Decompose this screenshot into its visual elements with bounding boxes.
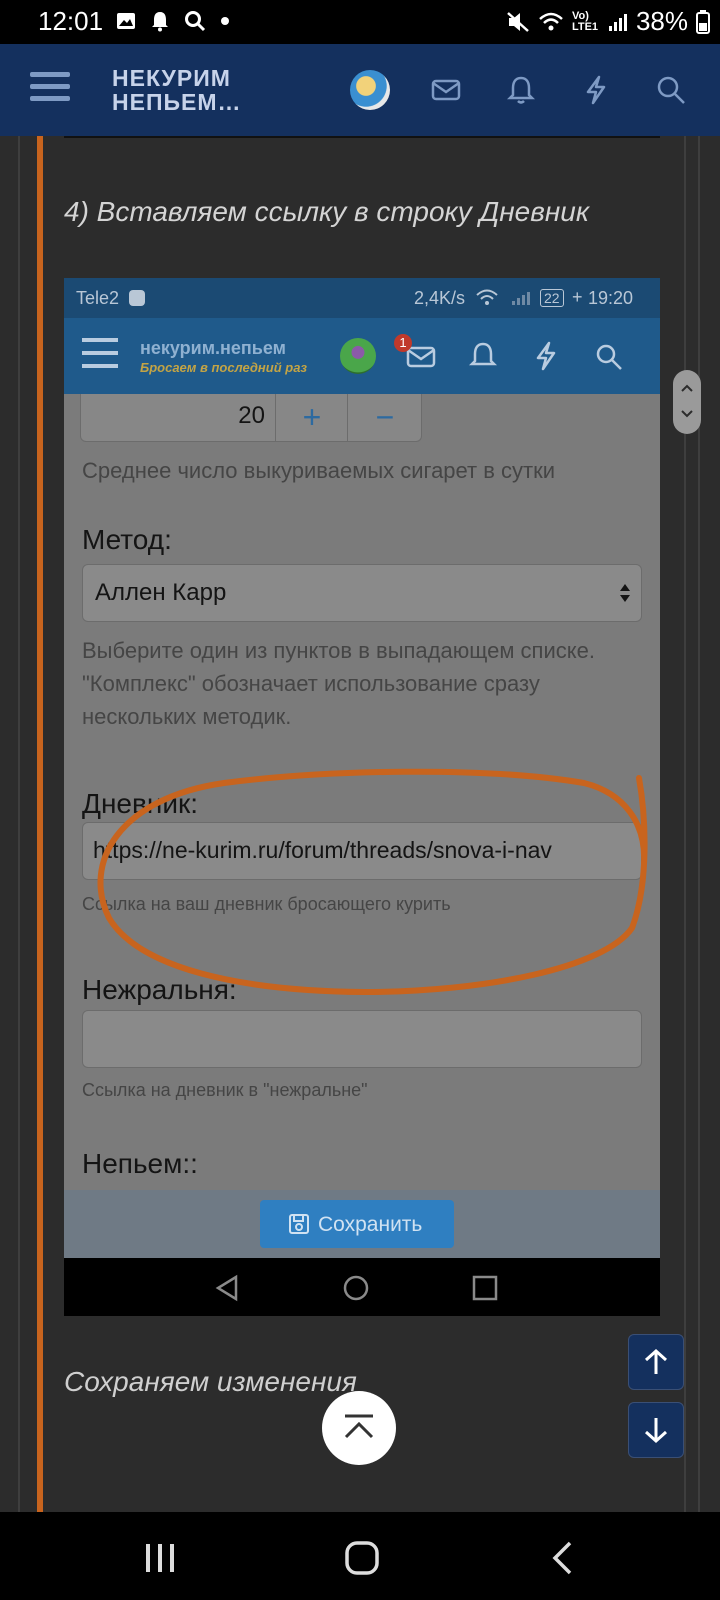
bell-icon[interactable]: [505, 74, 537, 106]
battery-percent: 38%: [635, 6, 688, 36]
avatar[interactable]: [350, 70, 390, 110]
dot-icon: [221, 17, 229, 25]
previous-image-edge: [64, 136, 660, 138]
network-label: Vo) LTE1: [571, 9, 599, 33]
bell-icon: [152, 12, 168, 32]
search-icon[interactable]: [655, 74, 687, 106]
quote-bar: [37, 136, 43, 1512]
divider: [698, 136, 700, 1512]
divider: [684, 136, 686, 1512]
signal-icon: [608, 13, 627, 31]
post-content: 4) Вставляем ссылку в строку Дневник Tel…: [0, 136, 720, 1512]
highlight-annotation: [97, 768, 648, 996]
chevron-down-icon: [681, 410, 693, 418]
bolt-icon[interactable]: [580, 74, 612, 106]
system-nav-bar: [0, 1512, 720, 1600]
scroll-up-fab[interactable]: [322, 1391, 396, 1465]
logo-line-1: НЕКУРИМ: [112, 65, 231, 91]
recents-icon[interactable]: [142, 1542, 178, 1574]
double-up-icon: [344, 1414, 374, 1439]
home-icon[interactable]: [344, 1540, 380, 1576]
arrow-down-icon: [644, 1418, 668, 1444]
mute-icon: [507, 11, 529, 32]
site-logo[interactable]: НЕКУРИМ НЕПЬЕМ…: [112, 66, 242, 114]
back-icon[interactable]: [550, 1540, 574, 1576]
mail-icon[interactable]: [430, 74, 462, 106]
footer-text: Сохраняем изменения: [64, 1366, 357, 1397]
step-text: 4) Вставляем ссылку в строку Дневник: [64, 196, 590, 227]
image-icon: [117, 13, 135, 29]
app-header: НЕКУРИМ НЕПЬЕМ…: [0, 44, 720, 136]
divider: [18, 136, 20, 1512]
logo-line-2: НЕПЬЕМ…: [112, 89, 242, 115]
wifi-icon: [539, 12, 563, 30]
status-time: 12:01: [38, 6, 104, 36]
embedded-screenshot[interactable]: Tele2 2,4K/s 22 + 19:20 некурим.непьем Б…: [64, 278, 660, 1316]
status-bar: 12:01 Vo) LTE1 38%: [0, 0, 720, 44]
scroll-handle[interactable]: [673, 370, 701, 434]
scroll-bottom-button[interactable]: [628, 1402, 684, 1458]
scroll-top-button[interactable]: [628, 1334, 684, 1390]
menu-icon[interactable]: [30, 65, 70, 108]
chevron-up-icon: [681, 384, 693, 392]
battery-icon: [696, 9, 710, 34]
arrow-up-icon: [644, 1348, 668, 1374]
search-icon: [185, 11, 206, 32]
